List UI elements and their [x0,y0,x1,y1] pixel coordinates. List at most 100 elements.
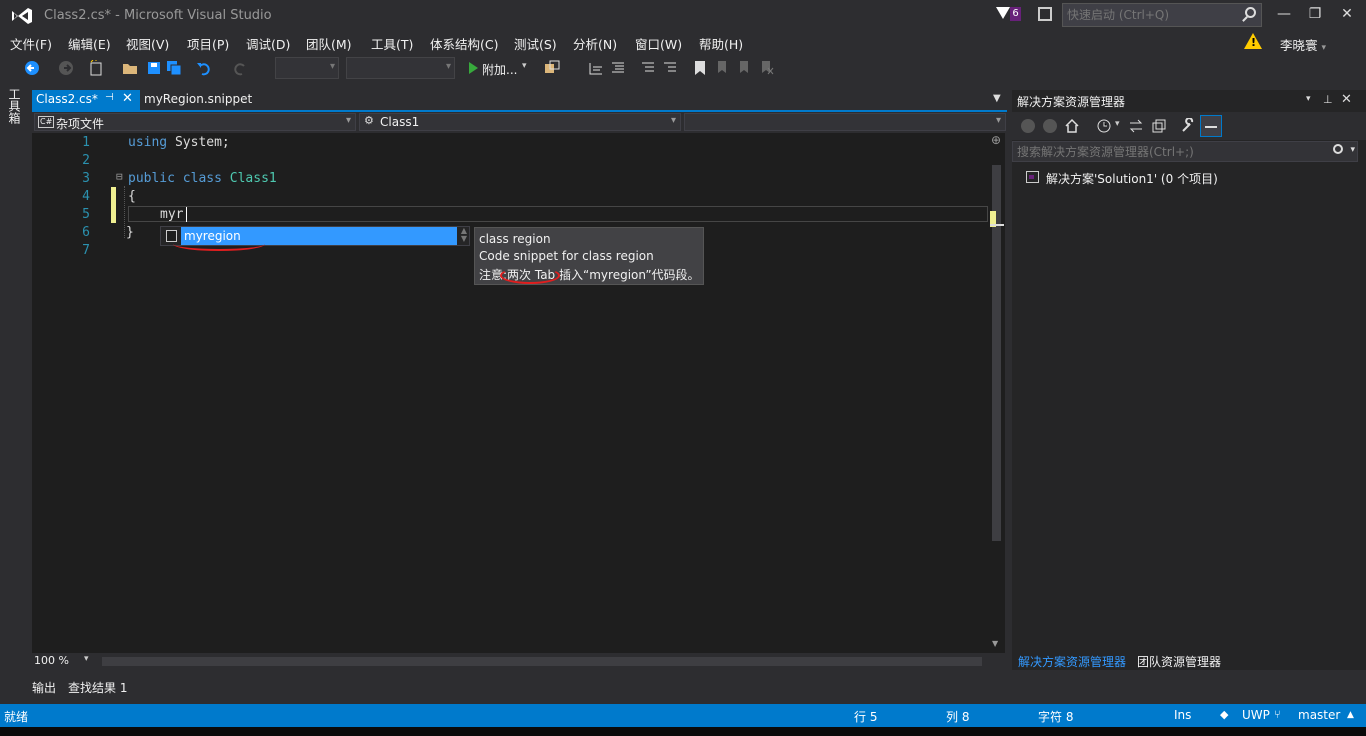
tab-label: Class2.cs* [36,92,98,106]
close-window-button[interactable]: ✕ [1337,6,1357,24]
red-underline-annotation [173,237,265,251]
solution-node[interactable]: 解决方案'Solution1' (0 个项目) [1046,170,1218,187]
panel-options-icon[interactable]: ▾ [1306,94,1311,104]
browser-link-icon[interactable] [544,60,560,76]
tab-team-explorer[interactable]: 团队资源管理器 [1137,653,1221,670]
attach-dropdown-icon[interactable]: ▾ [522,61,527,71]
solution-explorer-search[interactable]: ▾ [1012,141,1358,162]
type-combo[interactable]: ⚙ Class1 ▾ [359,113,681,131]
filter-dropdown-icon[interactable]: ▾ [1115,119,1120,129]
tab-output[interactable]: 输出 [32,679,56,696]
undo-icon[interactable] [196,60,212,76]
project-combo[interactable]: C# 杂项文件 ▾ [34,113,356,131]
notifications-icon[interactable]: 6 [996,6,1026,24]
solution-search-input[interactable] [1017,144,1317,160]
home-icon[interactable] [1064,118,1080,134]
collapse-region-icon[interactable]: ⊟ [116,170,123,183]
member-combo[interactable]: ▾ [684,113,1006,131]
menu-debug[interactable]: 调试(D) [246,34,290,53]
menu-project[interactable]: 项目(P) [187,34,229,53]
line-number: 1 [82,135,90,150]
search-icon[interactable] [1333,144,1343,154]
zoom-level-combo[interactable]: 100 % ▾ [34,654,92,670]
status-column: 列 8 [946,710,970,724]
status-branch[interactable]: master [1298,708,1340,722]
current-line-highlight [128,206,988,222]
back-icon[interactable] [1020,118,1036,134]
format-icon[interactable] [640,60,656,76]
solution-config-combo[interactable] [275,57,339,79]
indent-icon[interactable] [662,60,678,76]
line-number: 2 [82,153,90,168]
navigate-back-icon[interactable] [24,60,40,76]
attach-button[interactable]: 附加... [482,61,517,78]
pin-tab-icon[interactable]: ⊣ [105,92,114,103]
class-icon: ⚙ [364,114,374,127]
toolbox-strip [0,86,30,676]
project-combo-label: 杂项文件 [56,117,105,131]
redo-icon[interactable] [232,60,248,76]
tab-solution-explorer[interactable]: 解决方案资源管理器 [1018,653,1126,670]
tab-class2-cs[interactable]: Class2.cs* ⊣ ✕ [32,90,140,110]
feedback-icon[interactable] [1038,7,1052,21]
search-options-icon[interactable]: ▾ [1350,145,1355,155]
menu-window[interactable]: 窗口(W) [635,34,682,53]
minimize-button[interactable]: — [1274,6,1294,24]
close-panel-icon[interactable]: ✕ [1341,92,1352,107]
solution-platform-combo[interactable] [346,57,455,79]
menu-tools[interactable]: 工具(T) [371,34,413,53]
open-file-icon[interactable] [122,60,138,76]
restore-button[interactable]: ❐ [1305,6,1325,24]
new-project-icon[interactable] [88,60,104,76]
code-line-5: myr [160,207,184,222]
menu-architecture[interactable]: 体系结构(C) [430,34,498,53]
solution-icon [1026,171,1039,183]
menu-view[interactable]: 视图(V) [126,34,169,53]
tab-myregion-snippet[interactable]: myRegion.snippet [144,92,252,106]
status-char: 字符 8 [1038,710,1074,724]
quick-launch[interactable] [1062,3,1262,27]
line-number: 7 [82,243,90,258]
type-combo-label: Class1 [380,115,420,129]
warning-icon[interactable]: ! [1244,33,1262,49]
status-project[interactable]: UWP [1242,708,1270,722]
bookmark-icon[interactable] [692,60,708,76]
collapse-all-icon[interactable] [1150,118,1166,134]
toolbox-tab[interactable]: 工具箱 [7,88,23,124]
prev-bookmark-icon[interactable] [714,60,730,76]
comment-icon[interactable] [588,60,604,76]
changed-lines-marker [111,187,116,223]
menu-team[interactable]: 团队(M) [306,34,352,53]
sync-icon[interactable] [1128,118,1144,134]
menu-edit[interactable]: 编辑(E) [68,34,111,53]
pending-changes-filter-icon[interactable] [1096,118,1112,134]
clear-bookmarks-icon[interactable] [758,60,774,76]
branch-chevron-icon[interactable]: ▲ [1347,710,1354,720]
uncomment-icon[interactable] [610,60,626,76]
close-tab-icon[interactable]: ✕ [122,91,133,106]
scroll-down-icon[interactable]: ▼ [992,639,998,648]
editor-zoom-bar: 100 % ▾ [32,653,1007,671]
menu-help[interactable]: 帮助(H) [699,34,743,53]
next-bookmark-icon[interactable] [736,60,752,76]
auto-hide-pin-icon[interactable]: ⊥ [1323,93,1333,106]
vertical-scrollbar[interactable]: ⊕ ▼ [988,133,1005,653]
line-number: 3 [82,171,90,186]
navigate-forward-icon[interactable] [58,60,74,76]
start-debug-icon[interactable] [465,60,481,76]
preview-selected-items-icon[interactable] [1200,115,1222,137]
save-icon[interactable] [146,60,162,76]
user-account[interactable]: 李晓寰 ▾ [1280,35,1326,54]
forward-icon[interactable] [1042,118,1058,134]
split-window-icon[interactable]: ⊕ [991,133,1001,147]
menu-analyze[interactable]: 分析(N) [573,34,617,53]
properties-icon[interactable] [1180,118,1196,134]
menu-test[interactable]: 测试(S) [514,34,557,53]
menu-file[interactable]: 文件(F) [10,34,52,53]
tab-find-results[interactable]: 查找结果 1 [68,679,127,696]
quick-launch-input[interactable] [1067,7,1237,23]
save-all-icon[interactable] [166,60,182,76]
list-scroll-arrows[interactable]: ▲ ▼ [461,227,467,243]
tab-overflow-dropdown-icon[interactable]: ▼ [993,93,1001,104]
horizontal-scrollbar[interactable] [102,657,982,666]
